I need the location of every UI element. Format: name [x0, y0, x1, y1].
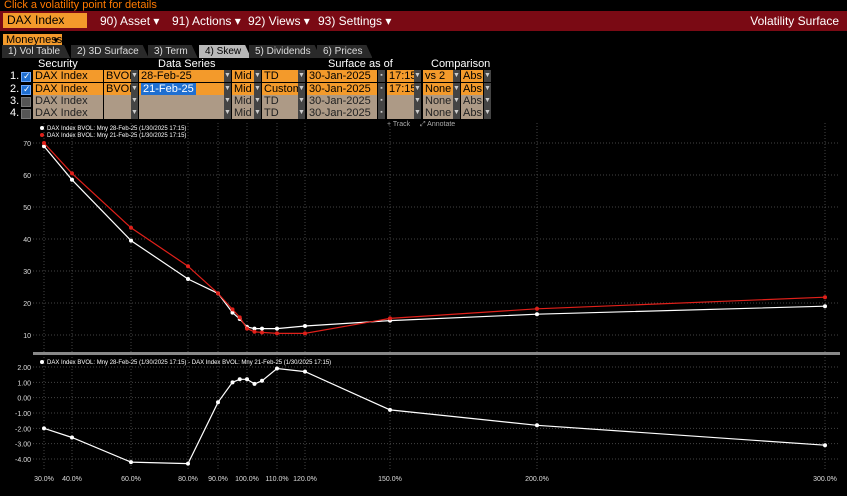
skew-chart-area[interactable]: 10 20 30 40 50 60 70 DAX Index BVOL: Mny 28-Feb…	[0, 0, 847, 496]
data-point	[535, 423, 539, 428]
data-point	[275, 366, 279, 371]
x-tick-label: 100.0%	[235, 476, 259, 483]
data-point	[303, 324, 307, 329]
data-point	[216, 400, 220, 405]
data-point	[245, 326, 249, 331]
data-point	[237, 315, 242, 320]
data-point	[70, 177, 74, 182]
y-tick-label: 20	[23, 301, 31, 308]
legend-marker	[40, 126, 44, 130]
data-point	[186, 461, 190, 466]
legend-label: DAX Index BVOL: Mny 28-Feb-25 (1/30/2025…	[47, 126, 186, 132]
legend-label: DAX Index BVOL: Mny 28-Feb-25 (1/30/2025…	[47, 360, 331, 366]
data-point	[260, 378, 264, 383]
x-tick-label: 30.0%	[34, 476, 54, 483]
data-point	[388, 316, 392, 321]
data-point	[535, 306, 539, 311]
data-point	[275, 331, 279, 336]
x-tick-label: 90.0%	[208, 476, 228, 483]
data-point	[260, 326, 264, 331]
x-tick-label: 60.0%	[121, 476, 141, 483]
data-point	[260, 330, 264, 335]
x-tick-label: 120.0%	[293, 476, 317, 483]
y-tick-label: 50	[23, 205, 31, 212]
y-tick-label: 30	[23, 269, 31, 276]
x-tick-label: 300.0%	[813, 476, 837, 483]
chart-panel-2: -4.00 -3.00 -2.00 -1.00 0.00 1.00 2.00 DAX Inde…	[15, 357, 840, 470]
y-tick-label: -1.00	[15, 411, 31, 418]
y-tick-label: -3.00	[15, 442, 31, 449]
series-line	[43, 367, 826, 465]
data-point	[129, 460, 133, 465]
data-point	[70, 171, 74, 176]
panel-divider	[33, 352, 840, 355]
data-point	[129, 225, 133, 230]
y-tick-label: 60	[23, 173, 31, 180]
y-tick-label: -2.00	[15, 426, 31, 433]
data-point	[823, 443, 827, 448]
data-point	[230, 307, 235, 312]
x-tick-label: 200.0%	[525, 476, 549, 483]
y-tick-label: 2.00	[17, 365, 31, 372]
y-tick-label: 70	[23, 141, 31, 148]
data-point	[823, 295, 827, 300]
data-point	[70, 435, 74, 440]
y-tick-label: 40	[23, 237, 31, 244]
series-line	[43, 142, 826, 334]
data-point	[535, 312, 539, 317]
data-point	[388, 407, 392, 412]
data-point	[42, 141, 46, 145]
data-point	[303, 331, 307, 336]
data-point	[252, 329, 257, 334]
data-point	[303, 369, 307, 374]
data-point	[230, 380, 235, 385]
data-point	[42, 426, 46, 431]
data-point	[186, 277, 190, 281]
y-tick-label: 0.00	[17, 396, 31, 403]
data-point	[186, 264, 190, 269]
data-point	[129, 238, 133, 243]
x-tick-label: 150.0%	[378, 476, 402, 483]
data-point	[245, 377, 249, 382]
series-line	[43, 145, 826, 330]
y-tick-label: 10	[23, 333, 31, 340]
legend-marker	[40, 360, 44, 364]
data-point	[216, 291, 220, 296]
data-point	[252, 381, 257, 386]
x-tick-label: 80.0%	[178, 476, 198, 483]
x-tick-label: 40.0%	[62, 476, 82, 483]
data-point	[823, 304, 827, 309]
data-point	[275, 326, 279, 331]
chart-panel-1: 10 20 30 40 50 60 70 DAX Index BVOL: Mny 28-Feb…	[23, 123, 840, 352]
legend-marker	[40, 133, 44, 137]
y-tick-label: -4.00	[15, 457, 31, 464]
x-tick-label: 110.0%	[265, 476, 288, 483]
data-point	[237, 377, 242, 382]
legend-label: DAX Index BVOL: Mny 21-Feb-25 (1/30/2025…	[47, 133, 186, 139]
y-tick-label: 1.00	[17, 380, 31, 387]
